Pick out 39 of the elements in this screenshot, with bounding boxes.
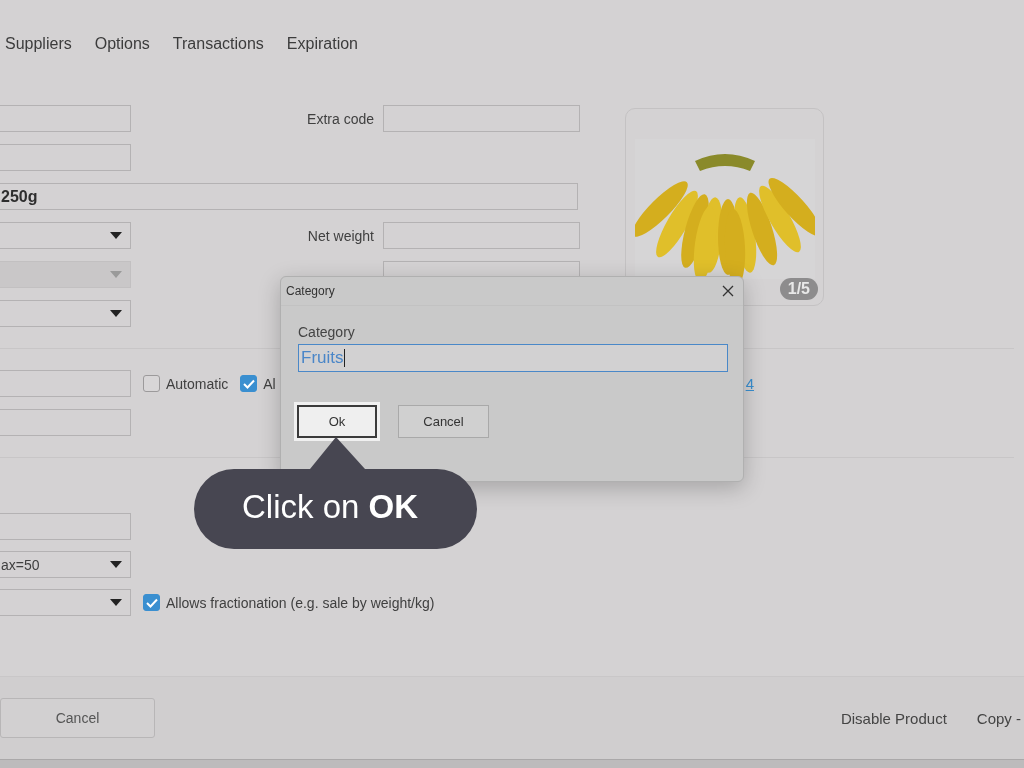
text-field[interactable] <box>0 370 131 397</box>
checkbox-label: Automatic <box>166 375 229 392</box>
dialog-button[interactable]: Cancel <box>398 405 489 438</box>
caret-icon <box>110 561 122 568</box>
field-label: Category <box>298 324 356 340</box>
tab[interactable]: Expiration <box>286 34 358 56</box>
checkbox-label: Allows fractionation (e.g. sale by weight/kg) <box>166 594 435 611</box>
text-field[interactable] <box>383 222 580 249</box>
action-link[interactable]: Copy - <box>976 709 1021 727</box>
close-icon[interactable] <box>722 285 734 297</box>
checkbox[interactable] <box>143 375 160 392</box>
caret-icon <box>110 599 122 606</box>
text-field[interactable] <box>0 409 131 436</box>
dialog-title: Category <box>286 284 335 298</box>
caret-icon <box>110 310 122 317</box>
dropdown[interactable] <box>0 222 131 249</box>
text-field[interactable] <box>383 105 580 132</box>
text-field[interactable] <box>0 144 131 171</box>
tab[interactable]: Options <box>94 34 150 56</box>
text-field[interactable]: 250g <box>0 183 578 210</box>
field-label: Net weight <box>306 227 375 244</box>
callout-text: Click on OK <box>242 488 419 526</box>
checkbox[interactable] <box>143 594 160 611</box>
caret-icon <box>110 232 122 239</box>
field-label: Extra code <box>306 110 375 127</box>
dropdown[interactable]: ax=50 <box>0 551 131 578</box>
tab[interactable]: Transactions <box>172 34 264 56</box>
caret-icon <box>110 271 122 278</box>
text-field[interactable] <box>0 513 131 540</box>
action-link[interactable]: Disable Product <box>840 709 947 727</box>
image-counter: 1/5 <box>779 278 818 300</box>
checkbox-label: Al <box>263 375 276 392</box>
dropdown[interactable] <box>0 589 131 616</box>
dropdown[interactable] <box>0 300 131 327</box>
text-field[interactable] <box>0 105 131 132</box>
cancel-button[interactable]: Cancel <box>0 698 155 738</box>
dialog-button[interactable]: Ok <box>297 405 377 438</box>
tab[interactable]: Suppliers <box>5 34 72 56</box>
checkbox[interactable] <box>240 375 258 392</box>
